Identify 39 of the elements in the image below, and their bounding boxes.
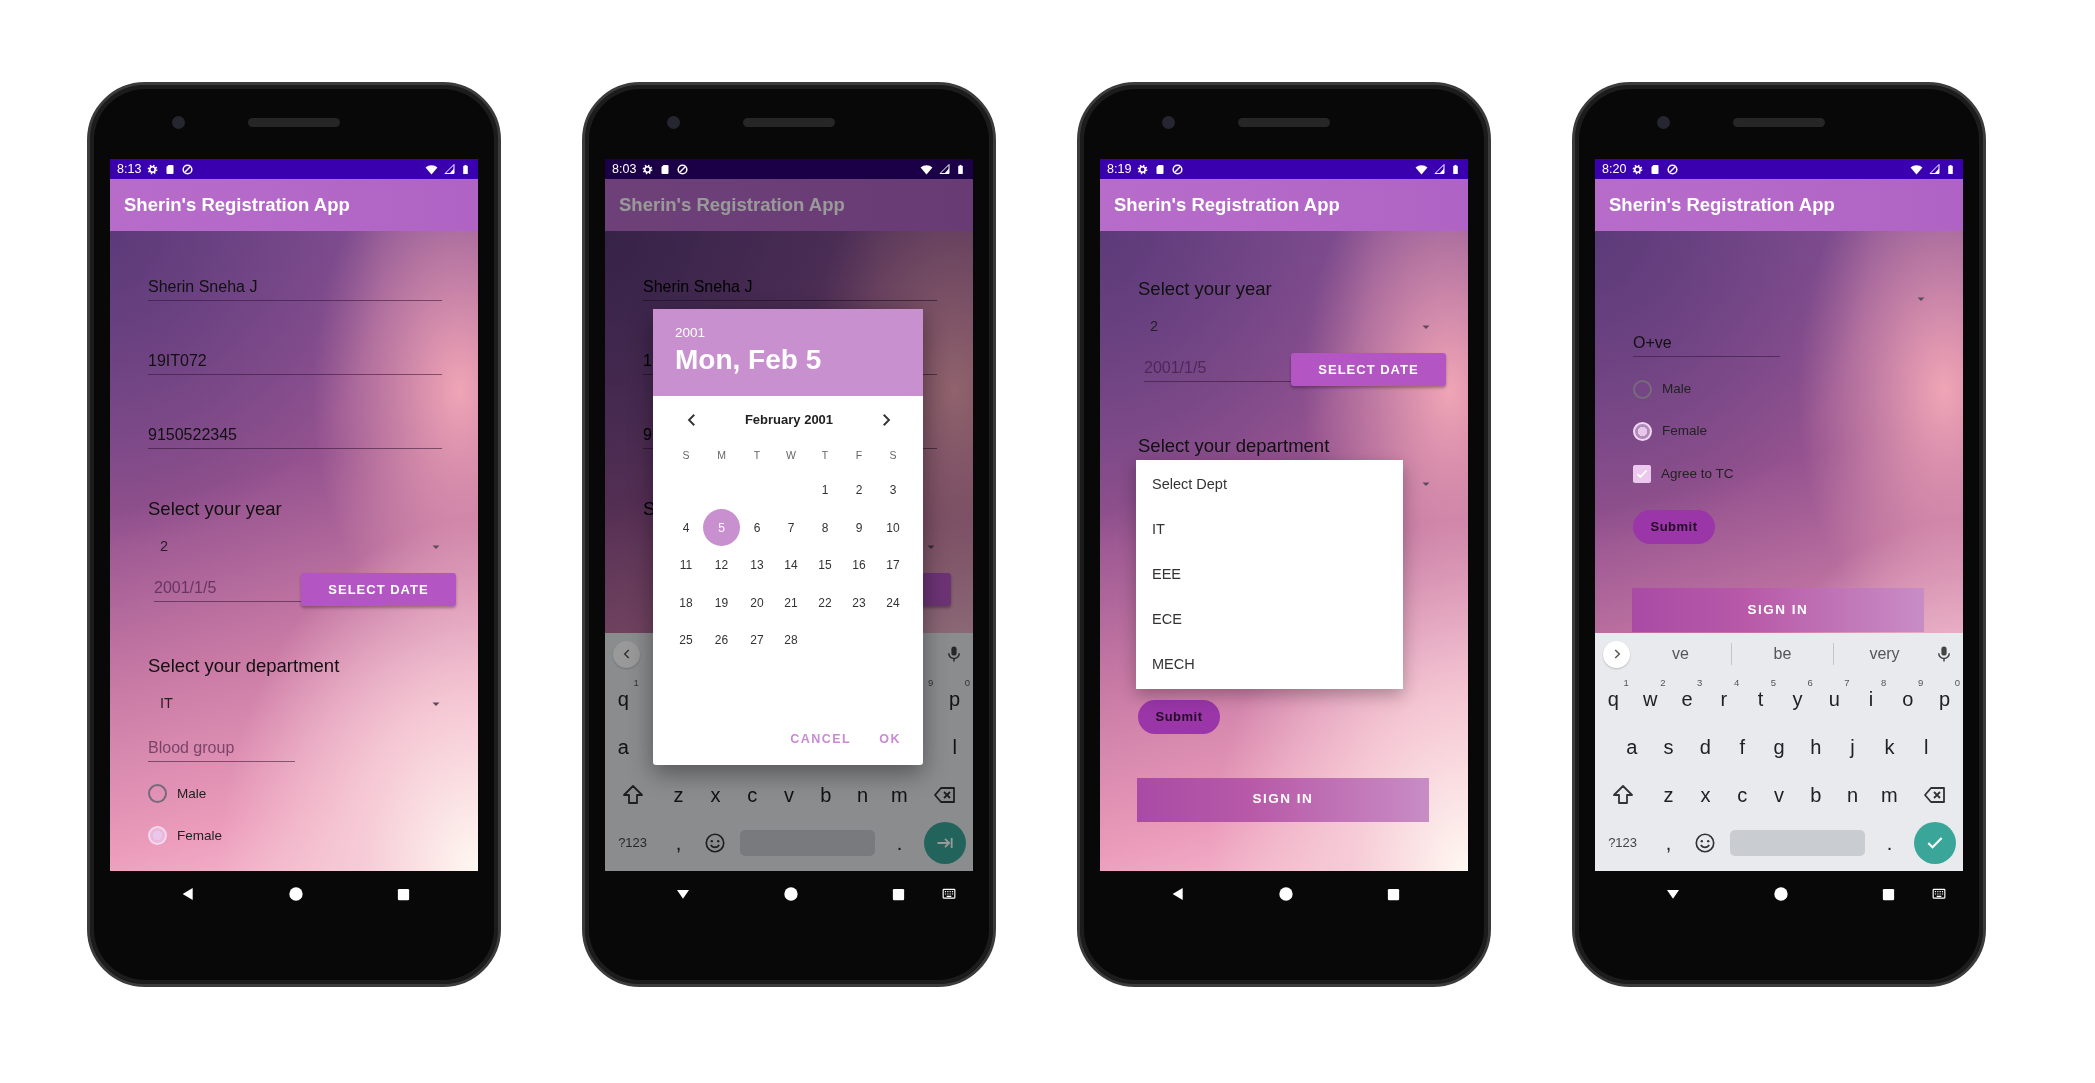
key-hint: 0 [1954, 678, 1960, 688]
weekday-label: S [682, 448, 690, 461]
month-title: February 2001 [744, 411, 834, 429]
option-label: Male [1662, 380, 1692, 398]
key-hint: 1 [633, 678, 639, 688]
option-label: Agree to TC [1661, 464, 1734, 483]
weekday-label: T [753, 448, 761, 461]
app-title: Sherin's Registration App [1114, 193, 1340, 218]
key-hint: 2 [1660, 678, 1666, 688]
field-label: Select your year [148, 497, 282, 521]
option-label: Male [177, 784, 207, 803]
key-hint: 8 [1881, 678, 1887, 688]
field-label: Select your department [148, 653, 340, 678]
key-hint: 4 [1733, 678, 1740, 688]
app-title: Sherin's Registration App [1609, 193, 1835, 218]
status-time: 8:13 [117, 160, 142, 178]
key-hint: 9 [1917, 678, 1924, 688]
key-hint: 9 [927, 678, 934, 688]
key-hint: 3 [1697, 678, 1703, 688]
weekday-label: T [821, 448, 829, 461]
field-label: Select your year [1138, 277, 1272, 301]
key-hint: 7 [1844, 678, 1850, 688]
key-hint: 1 [1623, 678, 1629, 688]
field-label: Select your department [1138, 433, 1330, 458]
key-hint: 5 [1770, 678, 1776, 688]
status-time: 8:03 [612, 160, 637, 178]
weekday-label: F [855, 448, 863, 461]
selected-date: Mon, Feb 5 [675, 343, 822, 377]
status-time: 8:20 [1602, 160, 1627, 178]
weekday-label: M [717, 448, 726, 461]
app-title: Sherin's Registration App [619, 193, 845, 218]
option-label: Female [1662, 422, 1707, 441]
weekday-label: W [786, 448, 796, 461]
app-title: Sherin's Registration App [124, 193, 350, 218]
key-hint: 0 [964, 678, 970, 688]
key-hint: 6 [1807, 678, 1813, 688]
weekday-label: S [889, 448, 897, 461]
status-time: 8:19 [1107, 160, 1132, 178]
option-label: Female [177, 826, 222, 845]
